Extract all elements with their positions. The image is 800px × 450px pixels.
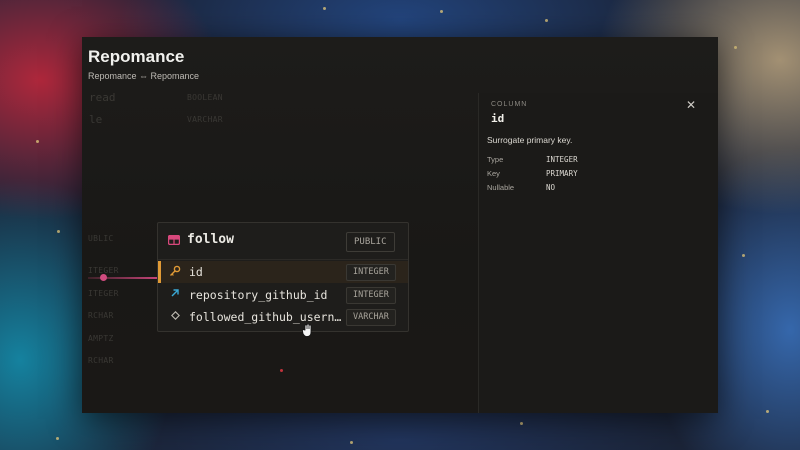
- column-name: repository_github_id: [189, 288, 328, 302]
- schema-badge: PUBLIC: [346, 232, 395, 252]
- prop-value-nullable: NO: [546, 183, 556, 192]
- prop-label-key: Key: [487, 169, 500, 178]
- relation-edge: [88, 277, 158, 279]
- background-star: [440, 10, 443, 13]
- table-card-follow[interactable]: follow PUBLIC id INTEGER repository_gith…: [157, 222, 409, 332]
- prop-label-nullable: Nullable: [487, 183, 515, 192]
- background-star: [766, 410, 769, 413]
- ghost-column-type: BOOLEAN: [187, 93, 223, 102]
- background-star: [520, 422, 523, 425]
- table-icon: [168, 235, 180, 245]
- selection-accent: [158, 261, 161, 283]
- panel-kicker: COLUMN: [491, 101, 528, 108]
- column-type-badge: INTEGER: [346, 287, 396, 304]
- panel-column-name: id: [491, 112, 505, 125]
- prop-value-key: PRIMARY: [546, 169, 578, 178]
- close-icon[interactable]: ✕: [685, 99, 697, 111]
- ghost-fragment: RCHAR: [88, 356, 114, 365]
- column-type-badge: VARCHAR: [346, 309, 396, 326]
- column-row-id[interactable]: id INTEGER: [158, 261, 408, 283]
- table-name: follow: [187, 232, 234, 247]
- column-detail-panel: COLUMN ✕ id Surrogate primary key. Type …: [478, 93, 718, 413]
- background-star: [36, 140, 39, 143]
- panel-description: Surrogate primary key.: [487, 135, 573, 145]
- column-row-followed-github-username[interactable]: followed_github_usern… VARCHAR: [158, 306, 408, 328]
- column-row-repository-github-id[interactable]: repository_github_id INTEGER: [158, 284, 408, 306]
- app-window: Repomance Repomance ⇔ Repomance read BOO…: [82, 37, 718, 413]
- background-star: [323, 7, 326, 10]
- column-name: id: [189, 265, 203, 279]
- background-star: [742, 254, 745, 257]
- ghost-column-name: read: [89, 91, 116, 104]
- arrow-up-right-icon: [168, 288, 182, 302]
- prop-label-type: Type: [487, 155, 504, 164]
- ghost-fragment: AMPTZ: [88, 334, 114, 343]
- background-star: [350, 441, 353, 444]
- table-header[interactable]: follow PUBLIC: [158, 223, 408, 260]
- ghost-column-type: VARCHAR: [187, 115, 223, 124]
- page-title: Repomance: [88, 47, 185, 66]
- breadcrumb: Repomance ⇔ Repomance: [88, 71, 200, 81]
- prop-value-type: INTEGER: [546, 155, 578, 164]
- background-star: [734, 46, 737, 49]
- relation-edge-dot: [100, 274, 107, 281]
- ghost-column-name: le: [89, 113, 103, 126]
- background-star: [56, 437, 59, 440]
- background-star: [545, 19, 548, 22]
- key-icon: [168, 265, 182, 279]
- column-type-badge: INTEGER: [346, 264, 396, 281]
- ghost-fragment: UBLIC: [88, 234, 114, 243]
- ghost-fragment: RCHAR: [88, 311, 114, 320]
- column-name: followed_github_usern…: [189, 310, 342, 324]
- background-star: [57, 230, 60, 233]
- ghost-fragment: ITEGER: [88, 289, 119, 298]
- diamond-icon: [168, 310, 182, 324]
- hand-cursor-icon: [302, 323, 313, 340]
- relation-marker: [280, 369, 283, 372]
